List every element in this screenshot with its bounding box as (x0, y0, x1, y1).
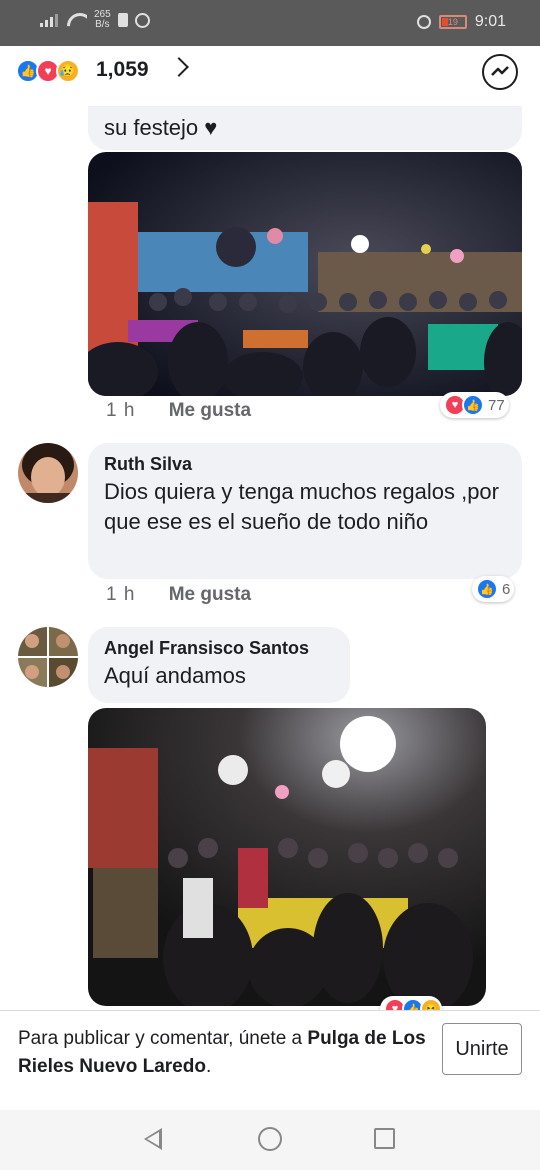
comment-reactions[interactable]: ♥ 👍 77 (440, 392, 509, 418)
join-message: Para publicar y comentar, únete a Pulga … (18, 1028, 426, 1077)
reaction-count[interactable]: 1,059 (96, 58, 149, 82)
chevron-right-icon[interactable] (169, 57, 189, 77)
battery-icon: 19 (438, 15, 467, 29)
comment-actions: 1 h Me gusta (106, 400, 251, 422)
status-bar: 265 B/s 19 9:01 (0, 0, 540, 46)
reaction-summary[interactable]: 👍 ♥ 😥 (16, 59, 80, 83)
alarm-icon (416, 15, 431, 29)
reaction-count: 77 (488, 396, 505, 414)
comment-time: 1 h (106, 584, 136, 605)
avatar-image (18, 627, 78, 687)
sad-icon: 😥 (56, 59, 80, 83)
join-group-bar: Para publicar y comentar, únete a Pulga … (0, 1010, 540, 1098)
clock: 9:01 (474, 13, 506, 30)
comment-author[interactable]: Angel Fransisco Santos (104, 637, 334, 659)
like-button[interactable]: Me gusta (169, 400, 251, 421)
avatar[interactable] (18, 627, 78, 687)
reaction-count: 6 (502, 580, 511, 598)
recent-apps-icon[interactable] (374, 1128, 395, 1149)
avatar[interactable] (18, 443, 78, 503)
comment-text: Dios quiera y tenga muchos regalos ,por … (104, 479, 499, 534)
comment-reactions[interactable]: 👍 6 (472, 576, 515, 602)
comment-bubble: su festejo ♥ (88, 106, 522, 150)
sim-icon (117, 13, 128, 27)
comment-feed[interactable]: su festejo ♥ 1 h Me gusta ♥ 👍 77 Ruth Si… (0, 106, 540, 1010)
wifi-icon (67, 13, 87, 27)
home-icon[interactable] (258, 1127, 282, 1151)
signal-icon (40, 13, 60, 27)
comments-header: 👍 ♥ 😥 1,059 (0, 46, 540, 106)
comment-text: su festejo ♥ (104, 115, 218, 140)
comment-author[interactable]: Ruth Silva (104, 453, 506, 475)
comment-bubble: Ruth Silva Dios quiera y tenga muchos re… (88, 443, 522, 579)
party-photo-image (88, 152, 522, 396)
comment-photo[interactable] (88, 708, 486, 1006)
like-icon: 👍 (462, 394, 484, 416)
party-photo-image (88, 708, 486, 1006)
avatar-image (18, 443, 78, 503)
comment-time: 1 h (106, 400, 136, 421)
system-nav-bar (0, 1110, 540, 1170)
comment-photo[interactable] (88, 152, 522, 396)
network-speed: 265 B/s (94, 9, 111, 30)
messenger-icon (491, 66, 509, 76)
back-icon[interactable] (144, 1128, 162, 1150)
comment-actions: 1 h Me gusta (106, 584, 251, 606)
haha-icon: 😆 (420, 998, 442, 1010)
join-button[interactable]: Unirte (442, 1023, 522, 1075)
like-icon: 👍 (476, 578, 498, 600)
messenger-button[interactable] (482, 54, 518, 90)
comment-reactions[interactable]: ♥ 👍 😆 (380, 996, 442, 1010)
whatsapp-icon (134, 12, 150, 28)
comment-text: Aquí andamos (104, 663, 246, 688)
comment-bubble: Angel Fransisco Santos Aquí andamos (88, 627, 350, 703)
like-button[interactable]: Me gusta (169, 584, 251, 605)
